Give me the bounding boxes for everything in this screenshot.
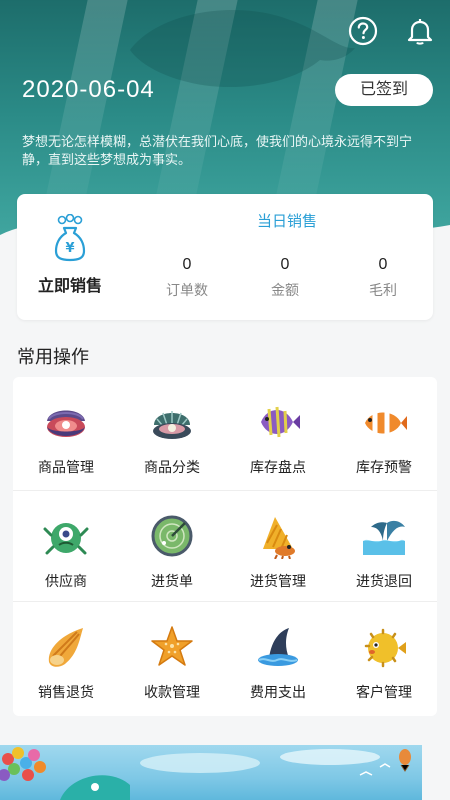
- current-date: 2020-06-04: [22, 76, 155, 103]
- green-monster-icon: [43, 523, 89, 555]
- stat-orders: 0 订单数: [147, 256, 227, 300]
- whale-tail-icon: [363, 520, 405, 555]
- common-ops-grid: 商品管理 商品分类 库存盘点 库存预警 供应商 进货单 进货管理 进货退回 销售…: [13, 377, 437, 716]
- op-payment-collection[interactable]: 收款管理: [119, 602, 225, 712]
- op-product-management[interactable]: 商品管理: [13, 377, 119, 487]
- sales-card: ¥ 立即销售 当日销售 0 订单数 0 金额 0 毛利: [17, 194, 433, 320]
- op-label: 销售退货: [38, 684, 94, 700]
- op-stock-alert[interactable]: 库存预警: [331, 377, 437, 487]
- money-bag-icon: ¥: [54, 214, 86, 262]
- clownfish-icon: [365, 410, 407, 436]
- op-label: 进货退回: [356, 573, 412, 589]
- op-purchase-order[interactable]: 进货单: [119, 491, 225, 601]
- check-in-button[interactable]: 已签到: [335, 74, 433, 106]
- promo-banner[interactable]: [0, 745, 422, 800]
- sell-now-label: 立即销售: [37, 278, 102, 295]
- op-product-category[interactable]: 商品分类: [119, 377, 225, 487]
- sell-now-button[interactable]: ¥ 立即销售: [35, 214, 105, 296]
- today-sales-title: 当日销售: [256, 213, 317, 230]
- angelfish-icon: [261, 406, 300, 438]
- whale-silhouette: [130, 10, 355, 88]
- stat-label: 毛利: [369, 282, 397, 298]
- op-label: 进货管理: [250, 573, 306, 589]
- stat-label: 金额: [271, 282, 299, 298]
- stat-profit: 0 毛利: [343, 256, 423, 300]
- op-stock-count[interactable]: 库存盘点: [225, 377, 331, 487]
- op-label: 费用支出: [250, 684, 306, 700]
- op-label: 进货单: [151, 573, 193, 589]
- op-purchase-return[interactable]: 进货退回: [331, 491, 437, 601]
- balloons-fish-illustration: [0, 747, 411, 800]
- pufferfish-icon: [364, 628, 406, 668]
- op-label: 商品管理: [38, 459, 94, 475]
- shark-fin-icon: [258, 628, 298, 666]
- clam-icon: [47, 410, 85, 437]
- stat-value: 0: [378, 256, 388, 273]
- conch-icon: [48, 628, 83, 667]
- op-sales-return[interactable]: 销售退货: [13, 602, 119, 712]
- op-label: 库存预警: [356, 459, 412, 475]
- op-label: 供应商: [45, 573, 87, 589]
- op-purchase-management[interactable]: 进货管理: [225, 491, 331, 601]
- help-icon[interactable]: [348, 16, 378, 46]
- bell-icon[interactable]: [405, 16, 435, 46]
- op-label: 库存盘点: [250, 459, 306, 475]
- stat-value: 0: [182, 256, 192, 273]
- op-label: 商品分类: [144, 459, 200, 475]
- op-customer-management[interactable]: 客户管理: [331, 602, 437, 712]
- hermit-crab-icon: [263, 517, 295, 559]
- stat-value: 0: [280, 256, 290, 273]
- stat-label: 订单数: [166, 282, 208, 298]
- stat-amount: 0 金额: [245, 256, 325, 300]
- op-supplier[interactable]: 供应商: [13, 491, 119, 601]
- op-label: 客户管理: [356, 684, 412, 700]
- radar-icon: [151, 515, 193, 557]
- common-ops-title: 常用操作: [17, 347, 89, 367]
- starfish-icon: [151, 626, 193, 666]
- daily-quote: 梦想无论怎样模糊，总潜伏在我们心底，使我们的心境永远得不到宁静，直到这些梦想成为…: [22, 134, 413, 167]
- op-label: 收款管理: [144, 684, 200, 700]
- svg-text:¥: ¥: [65, 241, 74, 256]
- shell-pearl-icon: [153, 411, 191, 439]
- op-expense[interactable]: 费用支出: [225, 602, 331, 712]
